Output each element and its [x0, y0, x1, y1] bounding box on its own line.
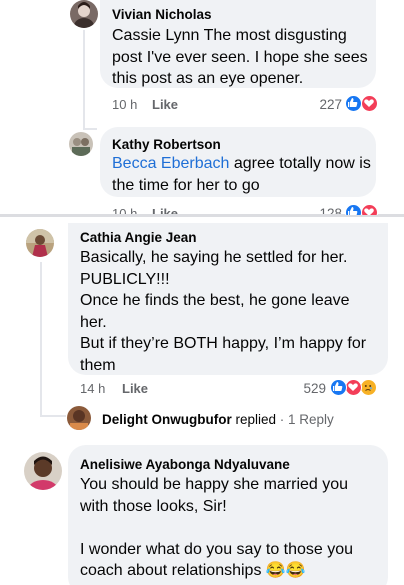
comment-author[interactable]: Kathy Robertson — [112, 137, 221, 152]
reply-thread-line — [83, 30, 85, 130]
comment-text: Cassie Lynn The most disgusting post I'v… — [112, 27, 368, 87]
profile-photo-icon — [28, 456, 58, 490]
replier-name: Delight Onwugbufor — [102, 412, 232, 427]
reply-thread-line — [40, 262, 42, 417]
reaction-count[interactable]: 529 — [296, 381, 326, 396]
comment-meta-row: 10 h Like 128 — [0, 200, 404, 215]
comment-author[interactable]: Cathia Angie Jean — [80, 230, 197, 245]
avatar[interactable] — [69, 132, 93, 156]
comment-time[interactable]: 14 h — [80, 381, 105, 396]
profile-photo-icon — [74, 2, 94, 28]
like-icon — [330, 379, 347, 396]
like-button[interactable]: Like — [152, 97, 178, 112]
mention-link[interactable]: Becca Eberbach — [112, 155, 229, 172]
love-icon — [361, 95, 378, 112]
reply-thread-connector — [83, 128, 97, 130]
like-icon — [345, 95, 362, 112]
love-icon — [345, 379, 362, 396]
reply-count: 1 Reply — [288, 412, 334, 427]
view-replies-link[interactable]: Delight Onwugbufor replied · 1 Reply — [102, 412, 334, 427]
laughing-emoji: 😂😂 — [265, 562, 306, 579]
reply-thread-connector — [40, 415, 66, 417]
profile-photo-icon — [70, 410, 88, 430]
avatar[interactable] — [24, 452, 62, 490]
reaction-count[interactable]: 227 — [312, 97, 342, 112]
comment-time[interactable]: 10 h — [112, 97, 137, 112]
love-icon — [361, 204, 378, 215]
avatar[interactable] — [70, 0, 98, 28]
sad-icon — [360, 379, 377, 396]
comment-text: Becca Eberbach agree totally now is the … — [112, 155, 371, 194]
avatar[interactable] — [26, 229, 54, 257]
comment-text: You should be happy she married you with… — [80, 476, 354, 579]
like-button[interactable]: Like — [122, 381, 148, 396]
comment-text: Basically, he saying he settled for her.… — [80, 249, 367, 374]
screenshot-divider — [0, 214, 404, 217]
profile-photo-icon — [26, 229, 54, 257]
comment-author[interactable]: Anelisiwe Ayabonga Ndyaluvane — [80, 457, 290, 472]
comment-author[interactable]: Vivian Nicholas — [112, 7, 212, 22]
profile-photo-icon — [72, 138, 90, 156]
like-icon — [345, 204, 362, 215]
avatar[interactable] — [67, 406, 91, 430]
